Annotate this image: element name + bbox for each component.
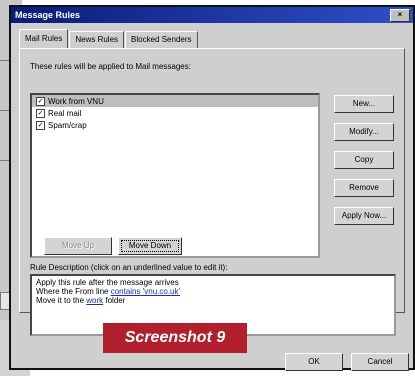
rule-description-label: Rule Description (click on an underlined… — [30, 263, 228, 272]
rule-item[interactable]: ✓ Spam/crap — [32, 119, 318, 131]
from-condition-link[interactable]: contains 'vnu.co.uk' — [111, 287, 180, 296]
close-button[interactable]: × — [390, 9, 410, 22]
mail-rules-panel: These rules will be applied to Mail mess… — [19, 48, 405, 336]
description-line: Where the From line contains 'vnu.co.uk' — [36, 287, 390, 296]
description-line: Move it to the work folder — [36, 296, 390, 305]
cancel-button[interactable]: Cancel — [351, 353, 409, 371]
new-rule-button[interactable]: New... — [334, 95, 394, 113]
rule-label: Spam/crap — [48, 120, 87, 130]
remove-rule-button[interactable]: Remove — [334, 179, 394, 197]
intro-text: These rules will be applied to Mail mess… — [30, 62, 191, 71]
rule-item[interactable]: ✓ Real mail — [32, 107, 318, 119]
rule-label: Work from VNU — [48, 96, 104, 106]
rule-label: Real mail — [48, 108, 82, 118]
description-text: folder — [103, 296, 126, 305]
tab-news-rules[interactable]: News Rules — [69, 31, 125, 48]
message-rules-dialog: Message Rules × Mail Rules News Rules Bl… — [9, 5, 415, 371]
apply-now-button[interactable]: Apply Now... — [334, 207, 394, 225]
description-line: Apply this rule after the message arrive… — [36, 278, 179, 287]
modify-rule-button[interactable]: Modify... — [334, 123, 394, 141]
move-down-button[interactable]: Move Down — [118, 237, 182, 255]
rules-list[interactable]: ✓ Work from VNU ✓ Real mail ✓ Spam/crap — [30, 93, 320, 258]
dialog-title: Message Rules — [15, 10, 81, 20]
tab-mail-rules[interactable]: Mail Rules — [19, 29, 69, 48]
title-bar: Message Rules × — [11, 7, 413, 23]
rule-checkbox[interactable]: ✓ — [36, 120, 45, 130]
description-text: Where the From line — [36, 287, 111, 296]
rule-checkbox[interactable]: ✓ — [36, 96, 45, 106]
copy-rule-button[interactable]: Copy — [334, 151, 394, 169]
folder-link[interactable]: work — [86, 296, 103, 305]
rule-item[interactable]: ✓ Work from VNU — [32, 95, 318, 107]
description-text: Move it to the — [36, 296, 87, 305]
move-up-button[interactable]: Move Up — [44, 237, 112, 255]
ok-button[interactable]: OK — [285, 353, 343, 371]
rule-checkbox[interactable]: ✓ — [36, 108, 45, 118]
tab-strip: Mail Rules News Rules Blocked Senders — [19, 29, 199, 49]
screenshot-caption: Screenshot 9 — [103, 323, 247, 353]
tab-blocked-senders[interactable]: Blocked Senders — [125, 31, 198, 48]
